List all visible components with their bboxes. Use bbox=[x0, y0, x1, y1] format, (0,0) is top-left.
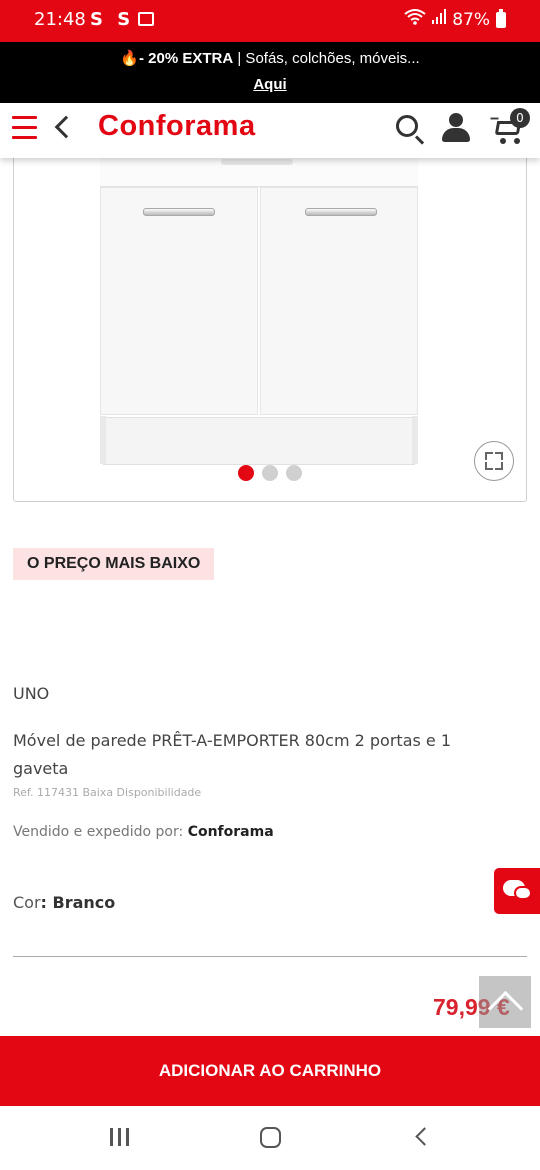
color-info: Cor: Branco bbox=[13, 893, 115, 912]
seller-info: Vendido e expedido por: Conforama bbox=[13, 824, 274, 840]
promo-description: | Sofás, colchões, móveis... bbox=[233, 50, 420, 67]
status-bar: 21:48 S S 87% bbox=[0, 0, 540, 42]
product-image bbox=[100, 141, 418, 467]
battery-icon bbox=[496, 8, 506, 28]
user-icon[interactable] bbox=[442, 113, 470, 143]
conforama-logo[interactable]: Conforama bbox=[98, 110, 256, 143]
back-icon[interactable] bbox=[415, 1127, 434, 1146]
seller-name: Conforama bbox=[187, 824, 274, 840]
back-chevron-icon[interactable] bbox=[54, 115, 78, 139]
hamburger-icon[interactable] bbox=[12, 116, 37, 140]
color-value: : Branco bbox=[40, 893, 116, 912]
promo-banner[interactable]: 🔥- 20% EXTRA | Sofás, colchões, móveis..… bbox=[0, 42, 540, 103]
product-brand: UNO bbox=[13, 684, 50, 703]
promo-discount: - 20% EXTRA bbox=[139, 50, 234, 67]
divider bbox=[13, 956, 527, 957]
signal-icon bbox=[432, 9, 447, 30]
s-notification-icons: S S bbox=[90, 9, 135, 30]
promo-link[interactable]: Aqui bbox=[0, 76, 540, 93]
recents-icon[interactable] bbox=[110, 1128, 130, 1146]
home-icon[interactable] bbox=[260, 1127, 281, 1148]
add-to-cart-button[interactable]: ADICIONAR AO CARRINHO bbox=[0, 1036, 540, 1106]
system-nav-bar bbox=[0, 1106, 540, 1170]
gallery-dot-2[interactable] bbox=[262, 465, 278, 481]
status-time: 21:48 bbox=[34, 9, 86, 30]
product-gallery[interactable] bbox=[13, 140, 527, 502]
product-reference: Ref. 117431 Baixa Disponibilidade bbox=[13, 786, 202, 799]
lowest-price-badge: O PREÇO MAIS BAIXO bbox=[13, 548, 215, 580]
search-icon[interactable] bbox=[396, 115, 418, 137]
status-right: 87% bbox=[404, 8, 506, 30]
scroll-to-top-icon[interactable] bbox=[479, 976, 531, 1028]
gallery-dot-3[interactable] bbox=[286, 465, 302, 481]
seller-label: Vendido e expedido por: bbox=[13, 824, 188, 840]
site-header: Conforama bbox=[0, 103, 540, 158]
gallery-dot-1[interactable] bbox=[238, 465, 254, 481]
image-icon bbox=[138, 12, 154, 26]
color-label: Cor bbox=[13, 893, 41, 912]
gallery-dots bbox=[14, 465, 526, 485]
product-title: Móvel de parede PRÊT-A-EMPORTER 80cm 2 p… bbox=[13, 731, 452, 778]
expand-icon[interactable] bbox=[474, 441, 514, 481]
promo-text: 🔥- 20% EXTRA | Sofás, colchões, móveis..… bbox=[0, 49, 540, 67]
cart-count-badge: 0 bbox=[510, 108, 530, 128]
fire-icon: 🔥 bbox=[120, 50, 139, 67]
wifi-icon bbox=[404, 9, 426, 30]
chat-icon[interactable] bbox=[494, 868, 540, 914]
battery-percent: 87% bbox=[452, 9, 490, 30]
